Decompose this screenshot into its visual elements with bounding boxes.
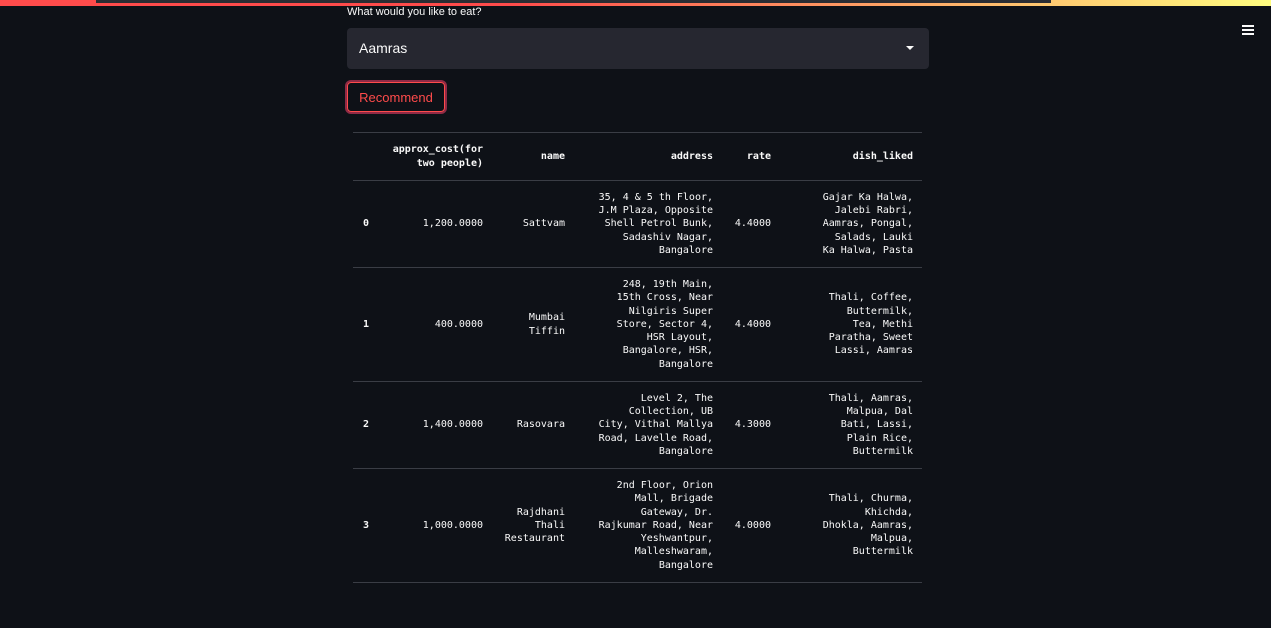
address-cell: Level 2, The Collection, UB City, Vithal M… [598,392,713,457]
row-index: 0 [363,218,370,230]
header-address[interactable]: address [574,133,722,181]
dish-select[interactable]: Aamras [347,28,929,69]
name-cell: Sattvam [522,218,565,230]
top-decoration-bar [0,0,1271,6]
select-label: What would you like to eat? [347,6,482,18]
cost-cell: 400.0000 [434,318,483,330]
recommend-button[interactable]: Recommend [347,82,445,112]
cost-cell: 1,200.0000 [422,218,483,230]
rate-cell: 4.4000 [734,218,771,230]
address-cell: 248, 19th Main, 15th Cross, Near Nilgiris … [616,278,713,370]
dish-liked-cell: Thali, Aamras, Malpua, Dal Bati, Lassi, Pla… [828,392,913,457]
results-table: approx_cost(for two people) name address… [353,132,922,583]
cost-cell: 1,000.0000 [422,519,483,531]
rate-cell: 4.0000 [734,519,771,531]
dish-liked-cell: Gajar Ka Halwa, Jalebi Rabri, Aamras, Pong… [822,191,913,256]
header-rate[interactable]: rate [722,133,780,181]
table-header-row: approx_cost(for two people) name address… [353,132,922,181]
name-cell: Rasovara [516,419,565,431]
header-cost[interactable]: approx_cost(for two people) [380,133,492,181]
address-cell: 35, 4 & 5 th Floor, J.M Plaza, Opposite Sh… [598,191,713,256]
rate-cell: 4.4000 [734,318,771,330]
table-row: 3 1,000.0000 Rajdhani Thali Restaurant 2… [353,469,922,583]
browser-bar-remnant [96,0,1051,3]
row-index: 1 [363,318,370,330]
header-dish-liked[interactable]: dish_liked [780,133,922,181]
table-row: 0 1,200.0000 Sattvam 35, 4 & 5 th Floor,… [353,181,922,268]
header-index [353,133,380,181]
row-index: 2 [363,419,370,431]
select-value: Aamras [359,40,408,56]
hamburger-menu-icon[interactable] [1241,22,1259,40]
rate-cell: 4.3000 [734,419,771,431]
dish-liked-cell: Thali, Coffee, Buttermilk, Tea, Methi Parat… [828,292,913,357]
cost-cell: 1,400.0000 [422,419,483,431]
name-cell: Rajdhani Thali Restaurant [504,506,565,545]
table-row: 2 1,400.0000 Rasovara Level 2, The Collec… [353,382,922,469]
dish-liked-cell: Thali, Churma, Khichda, Dhokla, Aamras, Mal… [822,493,913,558]
name-cell: Mumbai Tiffin [528,312,565,337]
address-cell: 2nd Floor, Orion Mall, Brigade Gateway, Dr… [598,479,713,571]
row-index: 3 [363,519,370,531]
table-row: 1 400.0000 Mumbai Tiffin 248, 19th Main,… [353,268,922,382]
header-name[interactable]: name [492,133,574,181]
caret-down-icon [906,46,914,50]
